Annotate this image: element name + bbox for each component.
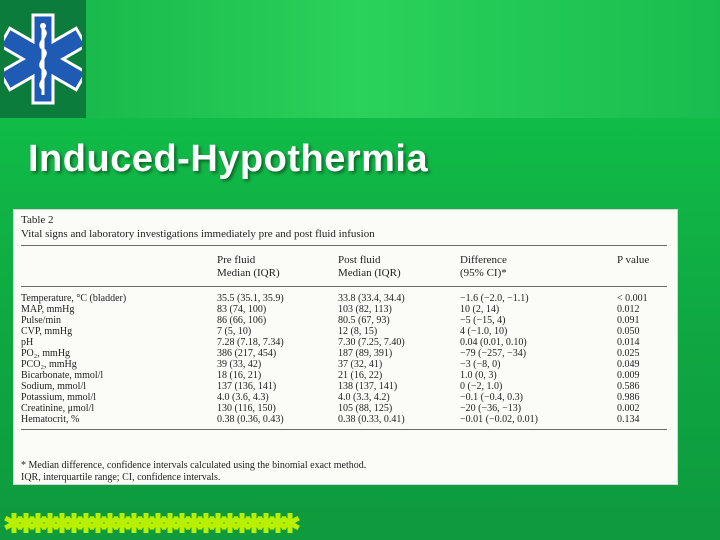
row-post: 138 (137, 141) — [338, 381, 398, 392]
table-footnote-1: * Median difference, confidence interval… — [21, 460, 367, 471]
header-diff-line2: (95% CI)* — [460, 267, 507, 279]
row-post: 103 (82, 113) — [338, 304, 392, 315]
row-p: 0.091 — [617, 315, 640, 326]
row-label: CVP, mmHg — [21, 326, 73, 337]
row-pre: 7 (5, 10) — [217, 326, 252, 337]
row-post: 4.0 (3.3, 4.2) — [338, 392, 390, 403]
header-pre-fluid: Pre fluid Median (IQR) — [217, 254, 280, 280]
star-of-life-icon — [280, 513, 300, 533]
header-diff-line1: Difference — [460, 254, 507, 266]
row-post: 37 (32, 41) — [338, 359, 383, 370]
header-pre-line2: Median (IQR) — [217, 267, 280, 279]
header-band — [0, 0, 720, 118]
table-bottom-rule — [21, 429, 667, 430]
star-of-life-icon — [4, 13, 82, 105]
row-pre: 86 (66, 106) — [217, 315, 267, 326]
header-post-line2: Median (IQR) — [338, 267, 401, 279]
row-pre: 18 (16, 21) — [217, 370, 262, 381]
row-post: 12 (8, 15) — [338, 326, 378, 337]
row-pre: 0.38 (0.36, 0.43) — [217, 414, 284, 425]
row-p: 0.050 — [617, 326, 640, 337]
row-diff: 0 (−2, 1.0) — [460, 381, 503, 392]
header-p-value: P value — [617, 254, 650, 266]
row-pre: 35.5 (35.1, 35.9) — [217, 293, 284, 304]
row-pre: 137 (136, 141) — [217, 381, 277, 392]
row-label: Potassium, mmol/l — [21, 392, 97, 403]
row-diff: −20 (−36, −13) — [460, 403, 522, 414]
row-pre: 386 (217, 454) — [217, 348, 277, 359]
row-label: Creatinine, μmol/l — [21, 403, 95, 414]
table-footnote-2: IQR, interquartile range; CI, confidence… — [21, 472, 221, 483]
slide-title: Induced-Hypothermia — [28, 138, 429, 180]
row-p: 0.586 — [617, 381, 640, 392]
table-image: Table 2 Vital signs and laboratory inves… — [13, 209, 678, 485]
row-post: 33.8 (33.4, 34.4) — [338, 293, 405, 304]
row-diff: −79 (−257, −34) — [460, 348, 527, 359]
header-pre-line1: Pre fluid — [217, 254, 256, 266]
row-label: PCO₂, mmHg — [21, 359, 77, 370]
row-diff: −0.01 (−0.02, 0.01) — [460, 414, 538, 425]
row-p: 0.002 — [617, 403, 640, 414]
row-pre: 83 (74, 100) — [217, 304, 267, 315]
row-diff: 10 (2, 14) — [460, 304, 500, 315]
table-caption-label: Table 2 — [21, 214, 54, 226]
logo-panel — [0, 0, 86, 118]
row-p: 0.025 — [617, 348, 640, 359]
row-p: 0.049 — [617, 359, 640, 370]
row-diff: −5 (−15, 4) — [460, 315, 506, 326]
row-post: 187 (89, 391) — [338, 348, 393, 359]
row-p: < 0.001 — [617, 293, 648, 304]
row-label: Sodium, mmol/l — [21, 381, 87, 392]
table-top-rule — [21, 245, 667, 246]
row-label: PO₂, mmHg — [21, 348, 71, 359]
header-post-line1: Post fluid — [338, 254, 381, 266]
row-post: 21 (16, 22) — [338, 370, 383, 381]
row-diff: 1.0 (0, 3) — [460, 370, 497, 381]
header-difference: Difference (95% CI)* — [460, 254, 507, 280]
row-diff: 0.04 (0.01, 0.10) — [460, 337, 527, 348]
row-diff: −3 (−8, 0) — [460, 359, 501, 370]
row-p: 0.014 — [617, 337, 640, 348]
row-diff: −1.6 (−2.0, −1.1) — [460, 293, 529, 304]
row-pre: 130 (116, 150) — [217, 403, 276, 414]
table-header-rule — [21, 286, 667, 287]
row-label: pH — [21, 337, 34, 348]
row-post: 105 (88, 125) — [338, 403, 393, 414]
row-label: Hematocrit, % — [21, 414, 80, 425]
row-diff: 4 (−1.0, 10) — [460, 326, 508, 337]
row-label: Bicarbonate, mmol/l — [21, 370, 104, 381]
row-label: MAP, mmHg — [21, 304, 75, 315]
row-label: Pulse/min — [21, 315, 62, 326]
row-pre: 39 (33, 42) — [217, 359, 262, 370]
row-p: 0.134 — [617, 414, 640, 425]
row-p: 0.009 — [617, 370, 640, 381]
row-post: 7.30 (7.25, 7.40) — [338, 337, 405, 348]
row-pre: 4.0 (3.6, 4.3) — [217, 392, 269, 403]
row-post: 80.5 (67, 93) — [338, 315, 390, 326]
slide: Induced-Hypothermia Table 2 Vital signs … — [0, 0, 720, 540]
row-label: Temperature, °C (bladder) — [21, 293, 127, 304]
row-p: 0.986 — [617, 392, 640, 403]
table-caption-text: Vital signs and laboratory investigation… — [21, 228, 375, 240]
row-pre: 7.28 (7.18, 7.34) — [217, 337, 284, 348]
header-post-fluid: Post fluid Median (IQR) — [338, 254, 401, 280]
row-diff: −0.1 (−0.4, 0.3) — [460, 392, 523, 403]
row-post: 0.38 (0.33, 0.41) — [338, 414, 405, 425]
row-p: 0.012 — [617, 304, 640, 315]
